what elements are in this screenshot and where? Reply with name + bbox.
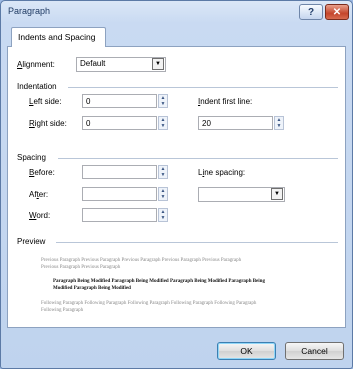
word-input[interactable]: [82, 208, 157, 222]
help-icon: ?: [307, 6, 315, 18]
preview-divider: [56, 242, 338, 243]
after-spinner[interactable]: ▲ ▼: [158, 187, 168, 201]
alignment-label: Alignment:: [17, 60, 55, 69]
preview-modified-paragraph: Paragraph Being Modified Paragraph Being…: [53, 279, 265, 291]
left-side-label: Left side:: [29, 97, 62, 106]
alignment-value: Default: [80, 59, 106, 68]
indentation-divider: [68, 87, 338, 88]
after-input[interactable]: [82, 187, 157, 201]
before-input[interactable]: [82, 165, 157, 179]
close-button[interactable]: ✕: [325, 4, 349, 20]
indent-first-line-label: Indent first line:: [198, 97, 253, 106]
tab-panel: Alignment: Default ▼ Indentation Left si…: [7, 46, 346, 328]
line-spacing-dropdown-icon[interactable]: ▼: [271, 188, 283, 200]
ok-button[interactable]: OK: [217, 342, 276, 360]
preview-following-paragraph: Following Paragraph Following Paragraph …: [41, 301, 257, 313]
close-icon: ✕: [332, 6, 342, 18]
cancel-button[interactable]: Cancel: [285, 342, 344, 360]
tab-indents-and-spacing[interactable]: Indents and Spacing: [11, 27, 106, 47]
after-label: After:: [29, 190, 49, 199]
preview-previous-paragraph: Previous Paragraph Previous Paragraph Pr…: [41, 258, 242, 270]
spacing-heading: Spacing: [17, 153, 46, 162]
line-spacing-select[interactable]: ▼: [198, 187, 285, 202]
window-title: Paragraph: [8, 6, 51, 16]
left-side-spinner[interactable]: ▲ ▼: [158, 94, 168, 108]
line-spacing-label: Line spacing:: [198, 168, 246, 177]
word-label: Word:: [29, 211, 51, 220]
spin-down-icon[interactable]: ▼: [159, 194, 167, 200]
before-spinner[interactable]: ▲ ▼: [158, 165, 168, 179]
help-button[interactable]: ?: [299, 4, 323, 20]
spin-down-icon[interactable]: ▼: [159, 215, 167, 221]
alignment-select[interactable]: Default ▼: [76, 57, 166, 72]
title-bar[interactable]: Paragraph ? ✕: [1, 1, 352, 23]
indent-first-line-input[interactable]: [198, 116, 273, 130]
spin-down-icon[interactable]: ▼: [275, 123, 283, 129]
indentation-heading: Indentation: [17, 82, 57, 91]
indent-first-line-spinner[interactable]: ▲ ▼: [274, 116, 284, 130]
word-spinner[interactable]: ▲ ▼: [158, 208, 168, 222]
spin-down-icon[interactable]: ▼: [159, 101, 167, 107]
preview-heading: Preview: [17, 237, 46, 246]
right-side-spinner[interactable]: ▲ ▼: [158, 116, 168, 130]
before-label: Before:: [29, 168, 55, 177]
spacing-divider: [58, 158, 338, 159]
alignment-dropdown-icon[interactable]: ▼: [152, 58, 164, 70]
spin-down-icon[interactable]: ▼: [159, 123, 167, 129]
right-side-label: Right side:: [29, 119, 67, 128]
paragraph-dialog: Paragraph ? ✕ Indents and Spacing Alignm…: [0, 0, 353, 369]
spin-down-icon[interactable]: ▼: [159, 172, 167, 178]
left-side-input[interactable]: [82, 94, 157, 108]
right-side-input[interactable]: [82, 116, 157, 130]
